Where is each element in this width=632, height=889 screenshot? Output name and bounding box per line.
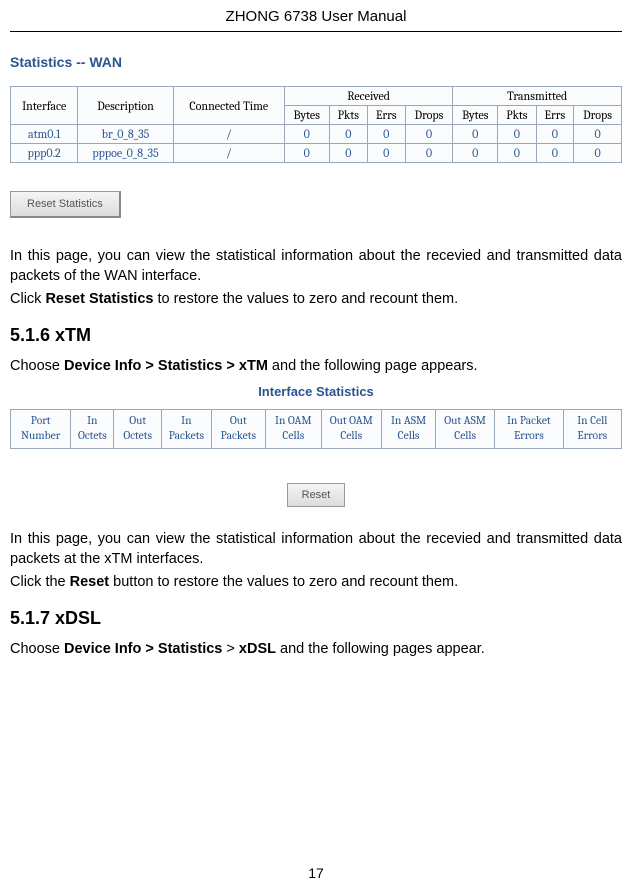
section-heading-xtm: 5.1.6 xTM <box>10 325 622 346</box>
cell: 0 <box>329 144 367 163</box>
text-bold: xDSL <box>239 641 276 657</box>
col: Out ASM Cells <box>436 410 495 449</box>
col-bytes: Bytes <box>284 106 329 125</box>
cell: 0 <box>498 144 536 163</box>
text: Choose <box>10 641 64 657</box>
section-heading-xdsl: 5.1.7 xDSL <box>10 608 622 629</box>
col: In ASM Cells <box>381 410 435 449</box>
cell: 0 <box>405 125 453 144</box>
text: Choose <box>10 358 64 374</box>
col-pkts: Pkts <box>329 106 367 125</box>
body-paragraph: Click the Reset button to restore the va… <box>10 572 622 592</box>
col-transmitted: Transmitted <box>453 87 622 106</box>
col-received: Received <box>284 87 453 106</box>
body-paragraph: In this page, you can view the statistic… <box>10 246 622 287</box>
text: and the following pages appear. <box>276 641 485 657</box>
text: > <box>222 641 239 657</box>
page-number: 17 <box>0 865 632 881</box>
col: In Cell Errors <box>563 410 621 449</box>
cell: 0 <box>574 144 622 163</box>
cell: pppoe_0_8_35 <box>78 144 173 163</box>
cell: 0 <box>453 125 498 144</box>
col: Port Number <box>11 410 71 449</box>
text-bold: Reset <box>70 574 110 590</box>
cell: 0 <box>405 144 453 163</box>
text: to restore the values to zero and recoun… <box>153 291 458 307</box>
table-row: atm0.1 br_0_8_35 / 0 0 0 0 0 0 0 0 <box>11 125 622 144</box>
body-paragraph: Choose Device Info > Statistics > xTM an… <box>10 356 622 376</box>
col: In Packets <box>162 410 212 449</box>
interface-statistics-title: Interface Statistics <box>10 384 622 399</box>
col: Out OAM Cells <box>321 410 381 449</box>
col: In OAM Cells <box>266 410 322 449</box>
xtm-statistics-table: Port Number In Octets Out Octets In Pack… <box>10 409 622 449</box>
text: Click the <box>10 574 70 590</box>
cell: / <box>173 144 284 163</box>
cell: 0 <box>498 125 536 144</box>
cell: atm0.1 <box>11 125 78 144</box>
cell: 0 <box>367 144 405 163</box>
col: In Packet Errors <box>495 410 563 449</box>
cell: 0 <box>536 144 574 163</box>
col-drops: Drops <box>405 106 453 125</box>
col: Out Packets <box>211 410 265 449</box>
cell: 0 <box>367 125 405 144</box>
body-paragraph: Click Reset Statistics to restore the va… <box>10 289 622 309</box>
table-row: Port Number In Octets Out Octets In Pack… <box>11 410 622 449</box>
cell: / <box>173 125 284 144</box>
cell: 0 <box>453 144 498 163</box>
text-bold: Device Info > Statistics <box>64 641 222 657</box>
cell: ppp0.2 <box>11 144 78 163</box>
cell: 0 <box>574 125 622 144</box>
col-pkts: Pkts <box>498 106 536 125</box>
body-paragraph: In this page, you can view the statistic… <box>10 529 622 570</box>
reset-statistics-button[interactable]: Reset Statistics <box>10 191 121 218</box>
table-row: ppp0.2 pppoe_0_8_35 / 0 0 0 0 0 0 0 0 <box>11 144 622 163</box>
cell: 0 <box>329 125 367 144</box>
cell: 0 <box>284 125 329 144</box>
text-bold: Reset Statistics <box>45 291 153 307</box>
table-row: Interface Description Connected Time Rec… <box>11 87 622 106</box>
col: Out Octets <box>114 410 162 449</box>
text: and the following page appears. <box>268 358 478 374</box>
text: Click <box>10 291 45 307</box>
body-paragraph: Choose Device Info > Statistics > xDSL a… <box>10 639 622 659</box>
col-errs: Errs <box>367 106 405 125</box>
wan-statistics-title: Statistics -- WAN <box>10 54 622 70</box>
text: button to restore the values to zero and… <box>109 574 458 590</box>
col-description: Description <box>78 87 173 125</box>
cell: 0 <box>536 125 574 144</box>
col: In Octets <box>71 410 114 449</box>
col-errs: Errs <box>536 106 574 125</box>
col-drops: Drops <box>574 106 622 125</box>
cell: 0 <box>284 144 329 163</box>
col-connected: Connected Time <box>173 87 284 125</box>
reset-button[interactable]: Reset <box>287 483 346 507</box>
doc-header-title: ZHONG 6738 User Manual <box>10 8 622 32</box>
cell: br_0_8_35 <box>78 125 173 144</box>
text-bold: Device Info > Statistics > xTM <box>64 358 268 374</box>
wan-statistics-table: Interface Description Connected Time Rec… <box>10 86 622 163</box>
col-interface: Interface <box>11 87 78 125</box>
col-bytes: Bytes <box>453 106 498 125</box>
